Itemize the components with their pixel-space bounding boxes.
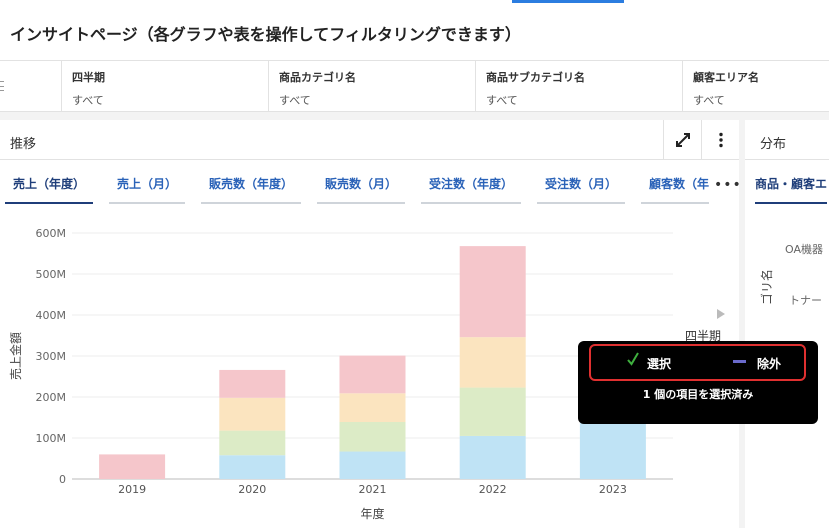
- y-tick-label: 300M: [36, 350, 67, 363]
- bar-segment[interactable]: [459, 387, 526, 436]
- active-nav-indicator: [512, 0, 624, 3]
- filter-bar-handle-icon[interactable]: [0, 81, 4, 91]
- legend-scroll-arrow-icon[interactable]: [717, 309, 725, 319]
- x-tick-label: 2023: [599, 483, 627, 496]
- bar-segment[interactable]: [459, 337, 526, 388]
- bar-segment[interactable]: [219, 455, 286, 479]
- distribution-panel: 分布 商品・顧客エ OA機器 トナー: [745, 120, 829, 528]
- bar-segment[interactable]: [219, 430, 286, 456]
- page-title: インサイトページ（各グラフや表を操作してフィルタリングできます）: [10, 25, 521, 44]
- x-tick-label: 2020: [238, 483, 266, 496]
- y-axis-label: 売上金額: [8, 332, 23, 380]
- filter-bar: 四半期 すべて 商品カテゴリ名 すべて 商品サブカテゴリ名 すべて 顧客エリア名…: [0, 60, 829, 112]
- bar-segment[interactable]: [339, 451, 406, 479]
- exclude-button[interactable]: 除外: [757, 355, 781, 372]
- sales-stacked-bar-chart[interactable]: 0 100M 200M 300M 400M 500M 600M 2019 2020 2021 202…: [0, 120, 739, 528]
- bar-segment[interactable]: [339, 422, 406, 452]
- select-button[interactable]: 選択: [647, 355, 671, 372]
- selection-tooltip: 選択 除外 1 個の項目を選択済み: [578, 341, 818, 424]
- filter-value: すべて: [72, 94, 104, 107]
- bar-segment[interactable]: [99, 454, 166, 479]
- bar-segment[interactable]: [219, 369, 286, 398]
- selection-status: 1 個の項目を選択済み: [642, 388, 754, 401]
- x-tick-label: 2021: [359, 483, 387, 496]
- x-tick-label: 2019: [118, 483, 146, 496]
- minus-icon[interactable]: [733, 360, 746, 363]
- filter-value: すべて: [693, 94, 725, 107]
- filter-product-subcategory[interactable]: 商品サブカテゴリ名 すべて: [475, 61, 682, 112]
- y-tick-label: 400M: [36, 309, 67, 322]
- y-tick-label: 0: [59, 473, 66, 486]
- filter-label: 四半期: [72, 71, 105, 84]
- bar-segment[interactable]: [339, 393, 406, 423]
- filter-quarter[interactable]: 四半期 すべて: [61, 61, 268, 112]
- distribution-panel-header: 分布: [745, 120, 829, 160]
- distribution-category-label[interactable]: トナー: [789, 292, 822, 308]
- bar-segment[interactable]: [459, 435, 526, 479]
- distribution-panel-title: 分布: [760, 137, 787, 152]
- distribution-axis-label: ゴリ名: [760, 268, 774, 305]
- distribution-tabs: 商品・顧客エ: [745, 160, 829, 208]
- bar-segment[interactable]: [339, 355, 406, 394]
- distribution-category-label[interactable]: OA機器: [785, 241, 823, 257]
- app-root: インサイトページ（各グラフや表を操作してフィルタリングできます） 四半期 すべて…: [0, 0, 829, 528]
- filter-product-category[interactable]: 商品カテゴリ名 すべて: [268, 61, 475, 112]
- bar-segment[interactable]: [219, 397, 286, 431]
- y-tick-label: 100M: [36, 432, 67, 445]
- page-header: インサイトページ（各グラフや表を操作してフィルタリングできます）: [0, 0, 829, 60]
- y-tick-label: 600M: [36, 227, 67, 240]
- check-icon[interactable]: [627, 352, 639, 366]
- filter-customer-area[interactable]: 顧客エリア名 すべて: [682, 61, 829, 112]
- trend-panel: 推移 売上（年度） 売上（月） 販売数（年度） 販売数（月） 受注数（年度） 受…: [0, 120, 741, 528]
- bar-segment[interactable]: [459, 246, 526, 338]
- filter-value: すべて: [486, 94, 518, 107]
- filter-label: 商品カテゴリ名: [279, 71, 356, 84]
- y-tick-label: 200M: [36, 391, 67, 404]
- filter-label: 顧客エリア名: [693, 71, 759, 84]
- filter-value: すべて: [279, 94, 311, 107]
- y-tick-label: 500M: [36, 268, 67, 281]
- tab-product-customer[interactable]: 商品・顧客エ: [755, 160, 828, 204]
- filter-label: 商品サブカテゴリ名: [486, 71, 585, 84]
- tooltip-action-frame: 選択 除外: [589, 344, 806, 381]
- x-axis-label: 年度: [360, 506, 384, 521]
- x-tick-label: 2022: [479, 483, 507, 496]
